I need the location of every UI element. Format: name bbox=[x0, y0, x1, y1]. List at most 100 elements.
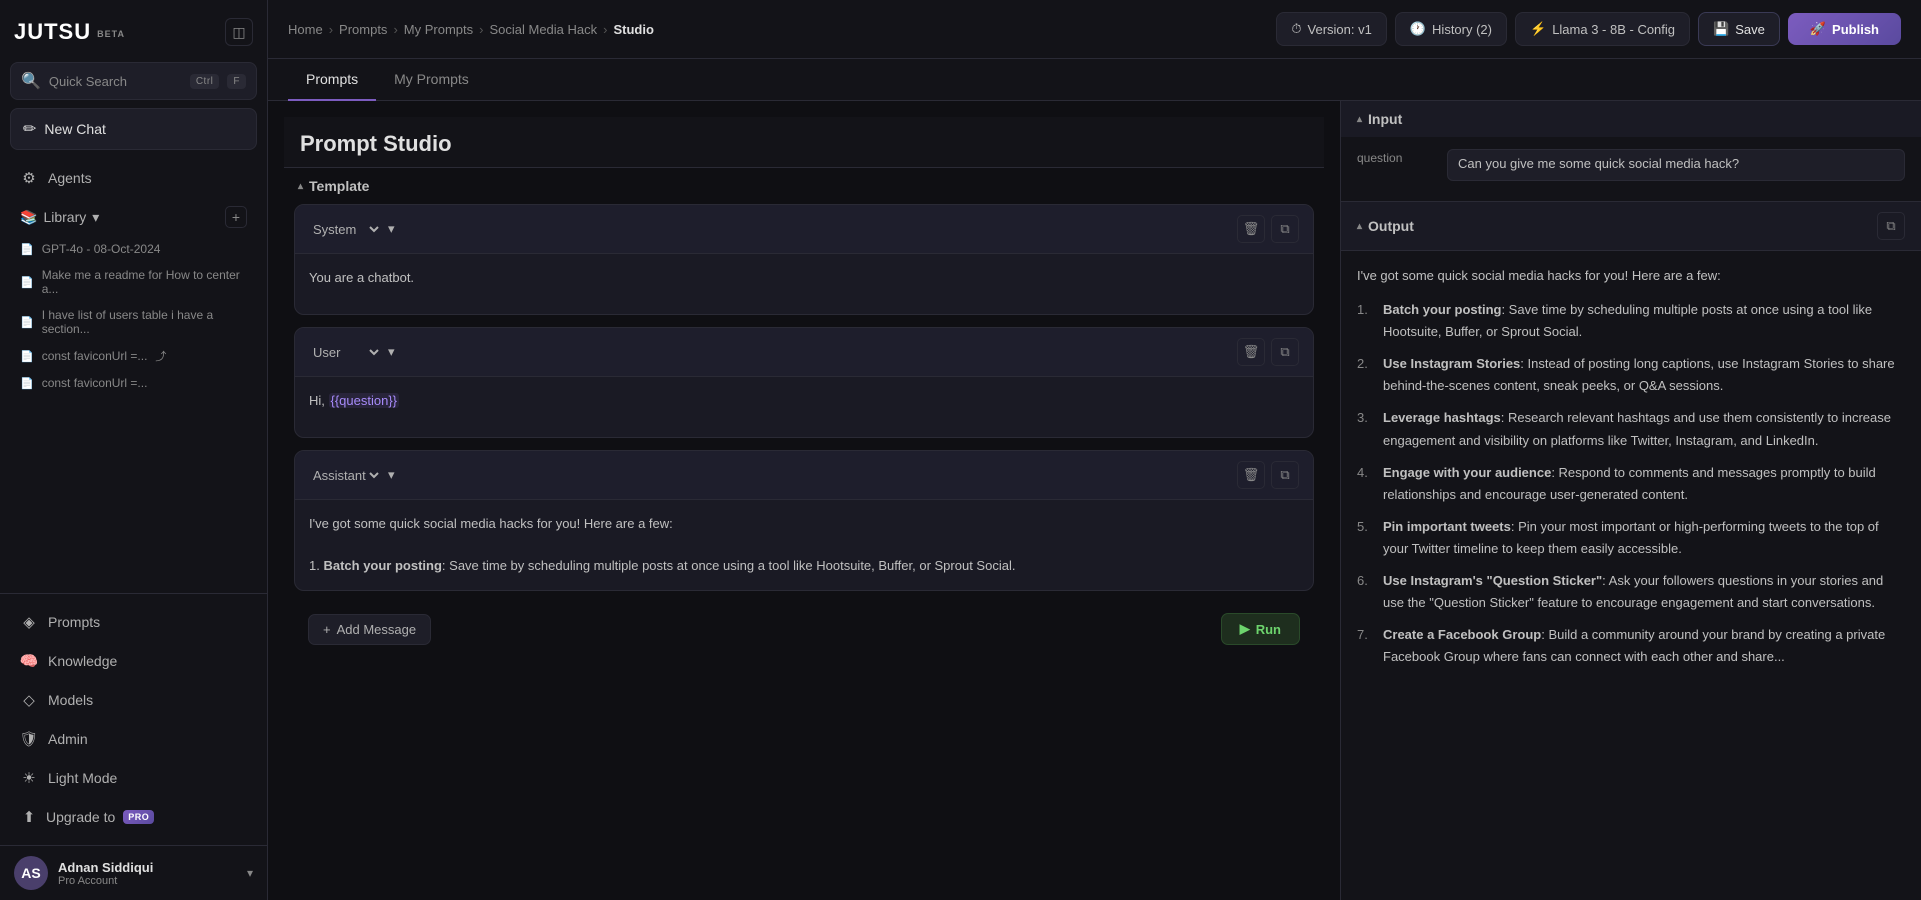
list-item: 4. Engage with your audience: Respond to… bbox=[1357, 462, 1905, 506]
input-key: question bbox=[1357, 149, 1437, 165]
save-button[interactable]: 💾 Save bbox=[1698, 12, 1780, 46]
assistant-role: Assistant System User ▾ bbox=[309, 467, 395, 484]
output-item-title: Leverage hashtags bbox=[1383, 410, 1501, 425]
file-icon: 📄 bbox=[20, 316, 34, 329]
list-item[interactable]: 📄 const faviconUrl =... ⤴ bbox=[6, 342, 261, 370]
output-item-title: Use Instagram Stories bbox=[1383, 356, 1520, 371]
input-panel: Input question Can you give me some quic… bbox=[1341, 101, 1921, 202]
list-item[interactable]: 📄 GPT-4o - 08-Oct-2024 bbox=[6, 236, 261, 262]
version-icon: ⏱ bbox=[1291, 21, 1301, 37]
file-label: const faviconUrl =... bbox=[42, 376, 148, 390]
breadcrumb-current: Studio bbox=[613, 22, 653, 37]
system-role: System User Assistant ▾ bbox=[309, 221, 395, 238]
output-header[interactable]: Output ⧉ bbox=[1341, 202, 1921, 251]
add-message-button[interactable]: + Add Message bbox=[308, 614, 431, 645]
library-toggle[interactable]: 📚 Library ▾ bbox=[20, 209, 99, 226]
avatar-initials: AS bbox=[21, 865, 40, 881]
assistant-delete-button[interactable]: 🗑 bbox=[1237, 461, 1265, 489]
main-content: Home › Prompts › My Prompts › Social Med… bbox=[268, 0, 1921, 900]
history-button[interactable]: 🕐 History (2) bbox=[1395, 12, 1507, 46]
studio-left: Prompt Studio Template System User Assis… bbox=[268, 101, 1341, 900]
assistant-card-actions: 🗑 ⧉ bbox=[1237, 461, 1299, 489]
publish-button[interactable]: 🚀 Publish bbox=[1788, 13, 1901, 45]
system-delete-button[interactable]: 🗑 bbox=[1237, 215, 1265, 243]
model-button[interactable]: ⚡ Llama 3 - 8B - Config bbox=[1515, 12, 1690, 46]
output-item-text: Engage with your audience: Respond to co… bbox=[1383, 462, 1905, 506]
run-button[interactable]: ▶ Run bbox=[1221, 613, 1300, 645]
add-icon: + bbox=[323, 622, 331, 637]
user-card-body[interactable]: Hi, {{question}} bbox=[295, 377, 1313, 437]
search-label: Quick Search bbox=[49, 74, 182, 89]
system-card-body[interactable]: You are a chatbot. bbox=[295, 254, 1313, 314]
breadcrumb-prompts[interactable]: Prompts bbox=[339, 22, 387, 37]
output-body: I've got some quick social media hacks f… bbox=[1341, 251, 1921, 900]
upgrade-label: Upgrade to bbox=[46, 809, 115, 825]
system-body-text: You are a chatbot. bbox=[309, 270, 414, 285]
library-add-button[interactable]: + bbox=[225, 206, 247, 228]
output-item-text: Use Instagram Stories: Instead of postin… bbox=[1383, 353, 1905, 397]
tab-prompts[interactable]: Prompts bbox=[288, 59, 376, 101]
breadcrumb-myprompts[interactable]: My Prompts bbox=[404, 22, 473, 37]
user-section[interactable]: AS Adnan Siddiqui Pro Account ▾ bbox=[0, 845, 267, 900]
list-item: 2. Use Instagram Stories: Instead of pos… bbox=[1357, 353, 1905, 397]
knowledge-label: Knowledge bbox=[48, 653, 117, 669]
user-copy-button[interactable]: ⧉ bbox=[1271, 338, 1299, 366]
system-copy-button[interactable]: ⧉ bbox=[1271, 215, 1299, 243]
file-icon: 📄 bbox=[20, 243, 34, 256]
search-shortcut-ctrl: Ctrl bbox=[190, 74, 220, 89]
avatar: AS bbox=[14, 856, 48, 890]
collapse-sidebar-button[interactable]: ◫ bbox=[225, 18, 253, 46]
sidebar-item-prompts[interactable]: ◈ Prompts bbox=[6, 603, 261, 641]
breadcrumb-sep-2: › bbox=[393, 22, 397, 37]
user-delete-button[interactable]: 🗑 bbox=[1237, 338, 1265, 366]
system-role-select[interactable]: System User Assistant bbox=[309, 221, 382, 238]
sidebar-item-admin[interactable]: 🛡 Admin bbox=[6, 720, 261, 758]
breadcrumb-social[interactable]: Social Media Hack bbox=[489, 22, 597, 37]
list-item[interactable]: 📄 I have list of users table i have a se… bbox=[6, 302, 261, 342]
file-icon: 📄 bbox=[20, 377, 34, 390]
output-num: 2. bbox=[1357, 353, 1375, 397]
save-icon: 💾 bbox=[1713, 21, 1729, 37]
template-chevron-icon bbox=[298, 181, 303, 192]
user-role-select[interactable]: User System Assistant bbox=[309, 344, 382, 361]
lightmode-icon: ☀ bbox=[20, 769, 38, 787]
output-item-title: Create a Facebook Group bbox=[1383, 627, 1541, 642]
new-chat-label: New Chat bbox=[44, 121, 105, 137]
output-item-title: Batch your posting bbox=[1383, 302, 1501, 317]
version-button[interactable]: ⏱ Version: v1 bbox=[1276, 12, 1386, 46]
studio-right: Input question Can you give me some quic… bbox=[1341, 101, 1921, 900]
library-header: 📚 Library ▾ + bbox=[6, 200, 261, 234]
user-role: User System Assistant ▾ bbox=[309, 344, 395, 361]
model-icon: ⚡ bbox=[1530, 21, 1546, 37]
output-copy-button[interactable]: ⧉ bbox=[1877, 212, 1905, 240]
output-label: Output bbox=[1368, 218, 1414, 234]
sidebar-item-knowledge[interactable]: 🧠 Knowledge bbox=[6, 642, 261, 680]
template-variable: {{question}} bbox=[329, 393, 400, 408]
assistant-copy-button[interactable]: ⧉ bbox=[1271, 461, 1299, 489]
sidebar-item-upgrade[interactable]: ⬆ Upgrade to PRO bbox=[6, 798, 261, 836]
user-type: Pro Account bbox=[58, 875, 237, 887]
topbar: Home › Prompts › My Prompts › Social Med… bbox=[268, 0, 1921, 59]
search-shortcut-f: F bbox=[227, 74, 246, 89]
sidebar-item-agents[interactable]: ⚙ Agents bbox=[6, 159, 261, 197]
sidebar-item-lightmode[interactable]: ☀ Light Mode bbox=[6, 759, 261, 797]
output-chevron-icon bbox=[1357, 221, 1362, 232]
list-item[interactable]: 📄 Make me a readme for How to center a..… bbox=[6, 262, 261, 302]
list-item: 1. Batch your posting: Save time by sche… bbox=[1357, 299, 1905, 343]
publish-icon: 🚀 bbox=[1810, 21, 1826, 37]
quick-search-button[interactable]: 🔍 Quick Search Ctrl F bbox=[10, 62, 257, 100]
tab-myprompts[interactable]: My Prompts bbox=[376, 59, 487, 101]
new-chat-button[interactable]: ✏ New Chat bbox=[10, 108, 257, 150]
models-icon: ◇ bbox=[20, 691, 38, 709]
studio-container: Prompt Studio Template System User Assis… bbox=[268, 101, 1921, 900]
lightmode-label: Light Mode bbox=[48, 770, 117, 786]
input-value[interactable]: Can you give me some quick social media … bbox=[1447, 149, 1905, 181]
assistant-role-select[interactable]: Assistant System User bbox=[309, 467, 382, 484]
upgrade-icon: ⬆ bbox=[20, 808, 38, 826]
assistant-card-body[interactable]: I've got some quick social media hacks f… bbox=[295, 500, 1313, 590]
template-section-header[interactable]: Template bbox=[284, 168, 1324, 204]
input-header[interactable]: Input bbox=[1341, 101, 1921, 137]
breadcrumb-home[interactable]: Home bbox=[288, 22, 323, 37]
sidebar-item-models[interactable]: ◇ Models bbox=[6, 681, 261, 719]
list-item[interactable]: 📄 const faviconUrl =... bbox=[6, 370, 261, 396]
